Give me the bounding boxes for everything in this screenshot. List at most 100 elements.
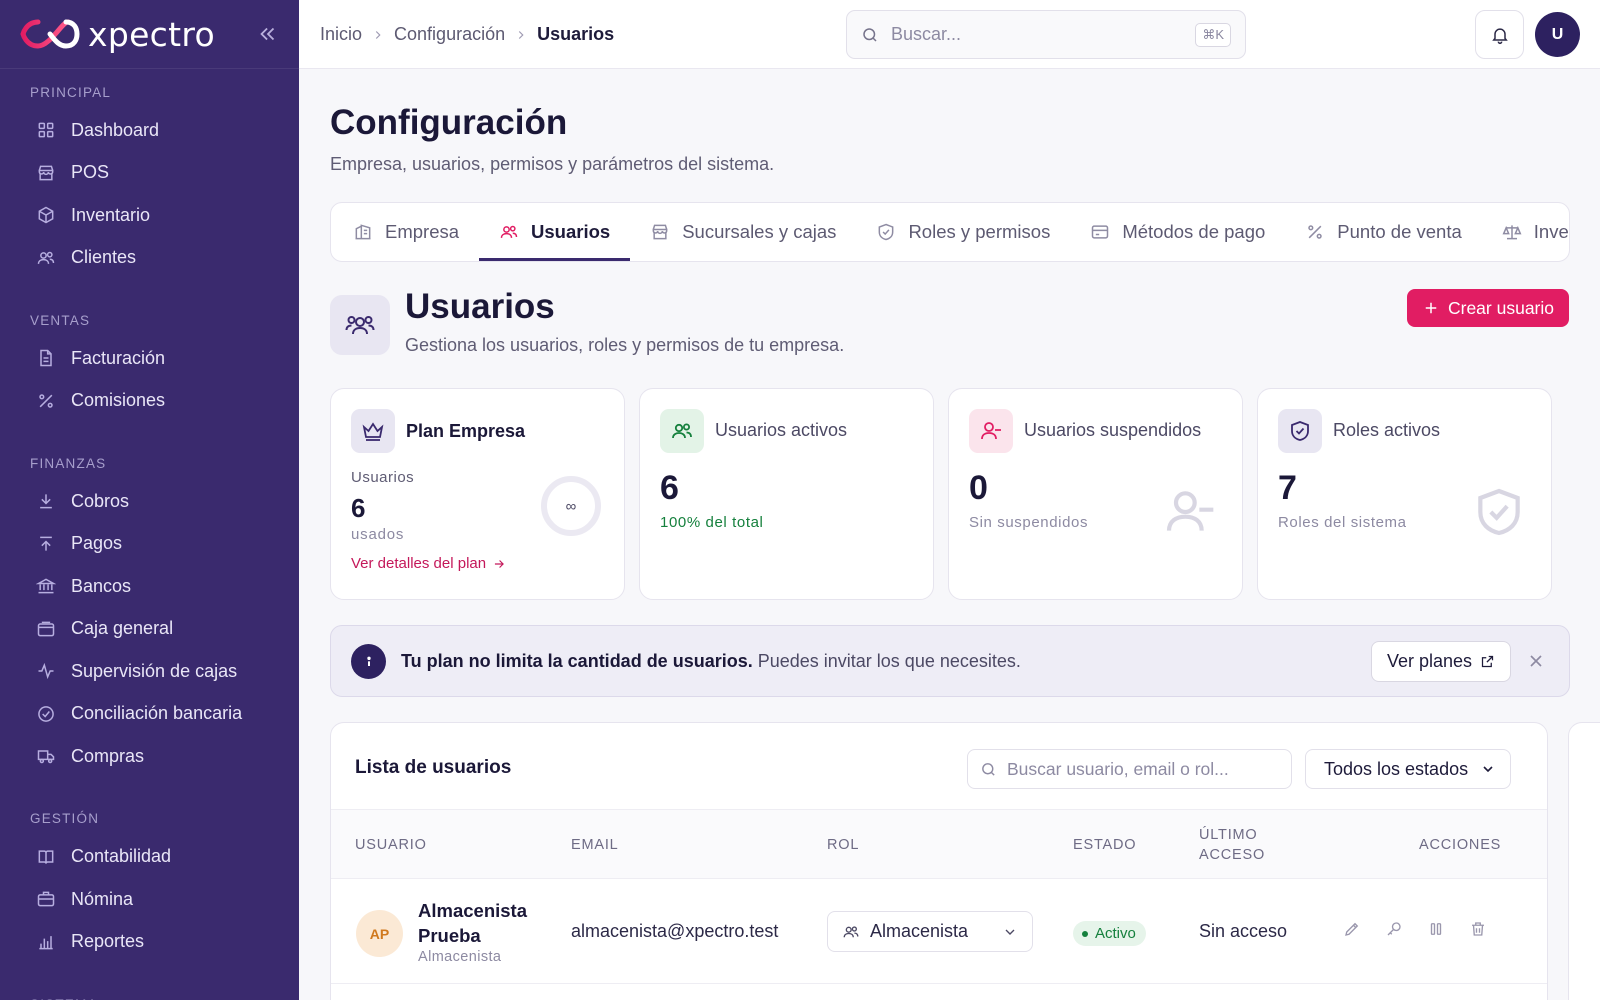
sidebar-item-label: POS (71, 162, 110, 183)
plan-details-label: Ver detalles del plan (351, 555, 487, 572)
users-icon (500, 225, 518, 238)
percent-icon (39, 394, 53, 408)
tab-roles-y-permisos[interactable]: Roles y permisos (856, 203, 1070, 261)
stat-title: Roles activos (1333, 420, 1441, 440)
sidebar-item-comisiones[interactable]: Comisiones (0, 380, 299, 423)
collapse-sidebar-icon[interactable] (257, 23, 279, 45)
tab-empresa[interactable]: Empresa (333, 203, 479, 261)
stat-title: Usuarios activos (715, 420, 848, 440)
activity-icon (38, 663, 54, 680)
sidebar-item-caja-general[interactable]: Caja general (0, 608, 299, 651)
shield-check-icon (1291, 421, 1309, 441)
grid-icon (38, 122, 54, 138)
banner-text: Tu plan no limita la cantidad de usuario… (401, 651, 1021, 672)
tab-usuarios[interactable]: Usuarios (479, 203, 631, 261)
tab-label: Usuarios (531, 221, 611, 242)
side-panel-card (1568, 722, 1600, 1000)
plan-icon-box (351, 409, 395, 453)
plan-used-label: usados (351, 526, 405, 543)
sidebar-item-label: Compras (71, 745, 145, 766)
sidebar-item-contabilidad[interactable]: Contabilidad (0, 836, 299, 879)
sidebar-item-clientes[interactable]: Clientes (0, 237, 299, 280)
plan-info-banner: Tu plan no limita la cantidad de usuario… (330, 625, 1570, 697)
col-estado: ESTADO (1073, 837, 1137, 853)
sidebar-item-n-mina[interactable]: Nómina (0, 878, 299, 921)
sidebar-item-label: Comisiones (71, 390, 166, 411)
edit-icon[interactable] (1343, 920, 1361, 938)
sidebar-item-cobros[interactable]: Cobros (0, 480, 299, 523)
sidebar-item-pagos[interactable]: Pagos (0, 523, 299, 566)
download-icon (40, 494, 52, 509)
notifications-button[interactable] (1475, 10, 1524, 59)
sidebar-item-label: Contabilidad (71, 846, 172, 867)
chevron-down-icon (1005, 929, 1015, 935)
stat-value: 0 (969, 469, 988, 507)
logo-row: xpectro (0, 0, 299, 69)
user-avatar[interactable]: U (1535, 12, 1580, 57)
sidebar-item-label: Cobros (71, 490, 130, 511)
wallet-icon (37, 621, 55, 637)
view-plans-button[interactable]: Ver planes (1371, 641, 1511, 682)
tab-m-todos-de-pago[interactable]: Métodos de pago (1070, 203, 1285, 261)
sidebar-item-compras[interactable]: Compras (0, 735, 299, 778)
tab-label: Punto de venta (1337, 221, 1462, 242)
user-search[interactable] (967, 749, 1292, 789)
stat-note: Roles del sistema (1278, 514, 1407, 531)
user-list-title: Lista de usuarios (355, 757, 512, 778)
bell-icon (1491, 27, 1508, 44)
sidebar-item-reportes[interactable]: Reportes (0, 921, 299, 964)
trash-icon[interactable] (1469, 920, 1487, 938)
sidebar-item-label: Inventario (71, 204, 151, 225)
plan-details-link[interactable]: Ver detalles del plan (351, 555, 506, 572)
breadcrumb-inicio[interactable]: Inicio (320, 24, 362, 45)
sidebar-item-inventario[interactable]: Inventario (0, 194, 299, 237)
search-shortcut: ⌘K (1195, 22, 1231, 47)
stat-value: 7 (1278, 469, 1297, 507)
sidebar-item-pos[interactable]: POS (0, 152, 299, 195)
arrow-right-icon (495, 559, 505, 568)
sidebar-item-facturaci-n[interactable]: Facturación (0, 337, 299, 380)
user-search-input[interactable] (1007, 758, 1279, 780)
breadcrumb-configuracion[interactable]: Configuración (394, 24, 505, 45)
user-email: almacenista@xpectro.test (571, 921, 779, 941)
sidebar-item-dashboard[interactable]: Dashboard (0, 109, 299, 152)
topbar: Inicio Configuración Usuarios ⌘K U (299, 0, 1600, 69)
sidebar-item-label: Nómina (71, 888, 134, 909)
sidebar-item-label: Reportes (71, 931, 145, 952)
pause-icon[interactable] (1427, 920, 1445, 938)
tab-inventario[interactable]: Inventario (1482, 203, 1569, 261)
users-icon (37, 251, 55, 264)
sidebar-item-supervisi-n-de-cajas[interactable]: Supervisión de cajas (0, 650, 299, 693)
page-subtitle: Empresa, usuarios, permisos y parámetros… (330, 154, 775, 174)
close-banner-icon[interactable] (1526, 651, 1546, 671)
user-role-select[interactable]: Almacenista (827, 911, 1033, 952)
tab-sucursales-y-cajas[interactable]: Sucursales y cajas (630, 203, 856, 261)
sidebar-item-bancos[interactable]: Bancos (0, 565, 299, 608)
sidebar: xpectro PRINCIPAL Dashboard POS Inventario C… (0, 0, 299, 1000)
scale-icon (1502, 225, 1522, 240)
search-icon (863, 27, 877, 42)
stat-note: Sin suspendidos (969, 514, 1089, 531)
global-search-input[interactable] (891, 24, 1196, 45)
book-icon (38, 850, 54, 864)
tab-label: Métodos de pago (1122, 221, 1266, 242)
user-list-card: Lista de usuarios Todos los estados USUA… (330, 722, 1548, 1000)
section-subtitle: Gestiona los usuarios, roles y permisos … (405, 335, 845, 355)
sidebar-nav: PRINCIPAL Dashboard POS Inventario Clientes V… (0, 69, 299, 1000)
col-email: EMAIL (571, 837, 619, 853)
credit-card-icon (1092, 225, 1109, 239)
key-icon[interactable] (1385, 920, 1403, 938)
status-filter-select[interactable]: Todos los estados (1305, 749, 1511, 789)
percent-icon (1308, 225, 1323, 239)
tab-punto-de-venta[interactable]: Punto de venta (1285, 203, 1481, 261)
chevron-right-icon (375, 30, 381, 39)
breadcrumb-usuarios: Usuarios (537, 24, 615, 44)
create-user-button[interactable]: Crear usuario (1407, 289, 1569, 327)
global-search[interactable]: ⌘K (846, 10, 1246, 59)
bank-icon (36, 578, 56, 594)
sidebar-item-conciliaci-n-bancaria[interactable]: Conciliación bancaria (0, 693, 299, 736)
truck-icon (37, 750, 55, 764)
